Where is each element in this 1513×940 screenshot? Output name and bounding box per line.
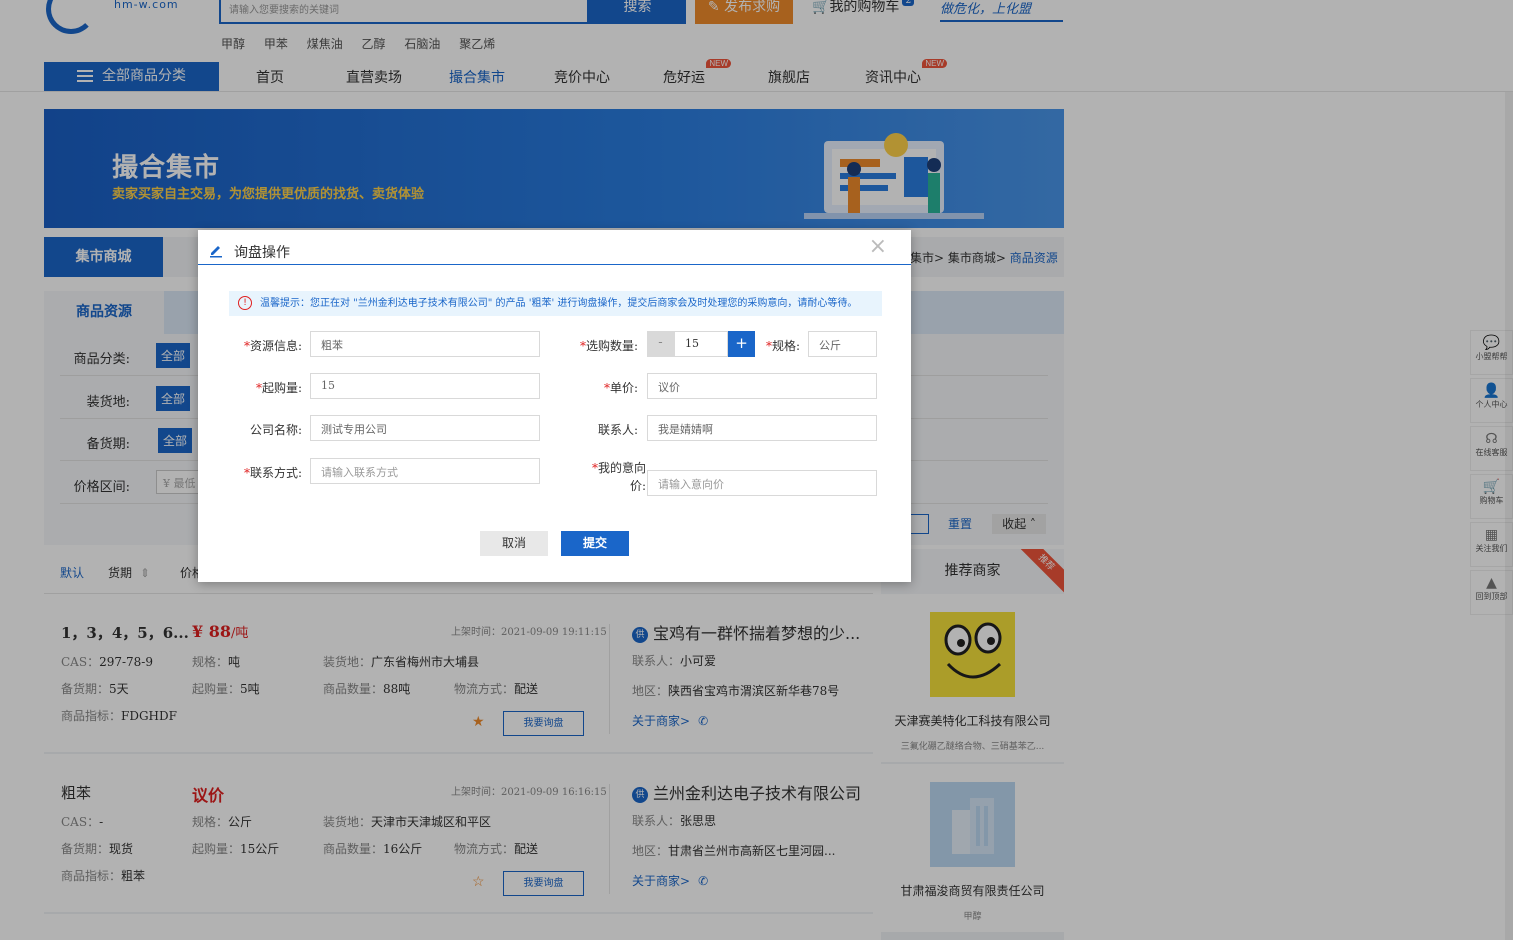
quantity-decrement-button[interactable]: - — [647, 331, 674, 357]
contact-label: 联系人: — [597, 423, 638, 437]
field-label-text: 价: — [629, 479, 646, 493]
contact-input[interactable]: 我是婧婧啊 — [647, 415, 877, 441]
field-label-text: 选购数量: — [585, 339, 638, 353]
dialog-title: 询盘操作 — [234, 245, 290, 261]
dialog-header: 询盘操作 × — [198, 230, 911, 265]
intent-price-label: *我的意向 价: — [568, 459, 646, 495]
field-label-text: 联系方式: — [249, 466, 302, 480]
field-label-text: 资源信息: — [249, 339, 302, 353]
field-label-text: 规格: — [771, 339, 800, 353]
field-label-text: 起购量: — [261, 381, 302, 395]
resource-label: *资源信息: — [236, 337, 302, 354]
unit-price-label: *单价: — [568, 379, 638, 396]
inquiry-dialog: 询盘操作 × ! 温馨提示：您正在对 "兰州金利达电子技术有限公司" 的产品 '… — [198, 230, 911, 582]
resource-input[interactable]: 粗苯 — [310, 331, 540, 357]
cancel-button[interactable]: 取消 — [480, 531, 548, 556]
quantity-stepper[interactable]: 15 — [674, 331, 728, 357]
field-label-text: 单价: — [609, 381, 638, 395]
intent-price-input[interactable]: 请输入意向价 — [647, 470, 877, 496]
notice-banner: ! 温馨提示：您正在对 "兰州金利达电子技术有限公司" 的产品 '粗苯' 进行询… — [229, 291, 882, 316]
edit-icon — [210, 246, 222, 258]
submit-button[interactable]: 提交 — [561, 531, 629, 556]
alert-icon: ! — [238, 296, 252, 310]
quantity-label: *选购数量: — [568, 337, 638, 354]
spec-label: *规格: — [760, 337, 800, 354]
min-qty-label: *起购量: — [236, 379, 302, 396]
phone-label: *联系方式: — [236, 464, 302, 481]
page-scrollbar[interactable] — [1505, 92, 1513, 940]
spec-select[interactable]: 公斤 — [808, 331, 877, 357]
company-input[interactable]: 测试专用公司 — [310, 415, 540, 441]
phone-input[interactable]: 请输入联系方式 — [310, 458, 540, 484]
field-label-text: 我的意向 — [597, 461, 646, 475]
close-icon[interactable]: × — [869, 236, 887, 258]
company-label: 公司名称: — [249, 423, 302, 437]
unit-price-input[interactable]: 议价 — [647, 373, 877, 399]
min-qty-input[interactable]: 15 — [310, 373, 540, 399]
notice-text: 温馨提示：您正在对 "兰州金利达电子技术有限公司" 的产品 '粗苯' 进行询盘操… — [260, 298, 858, 309]
quantity-increment-button[interactable]: + — [728, 331, 755, 357]
